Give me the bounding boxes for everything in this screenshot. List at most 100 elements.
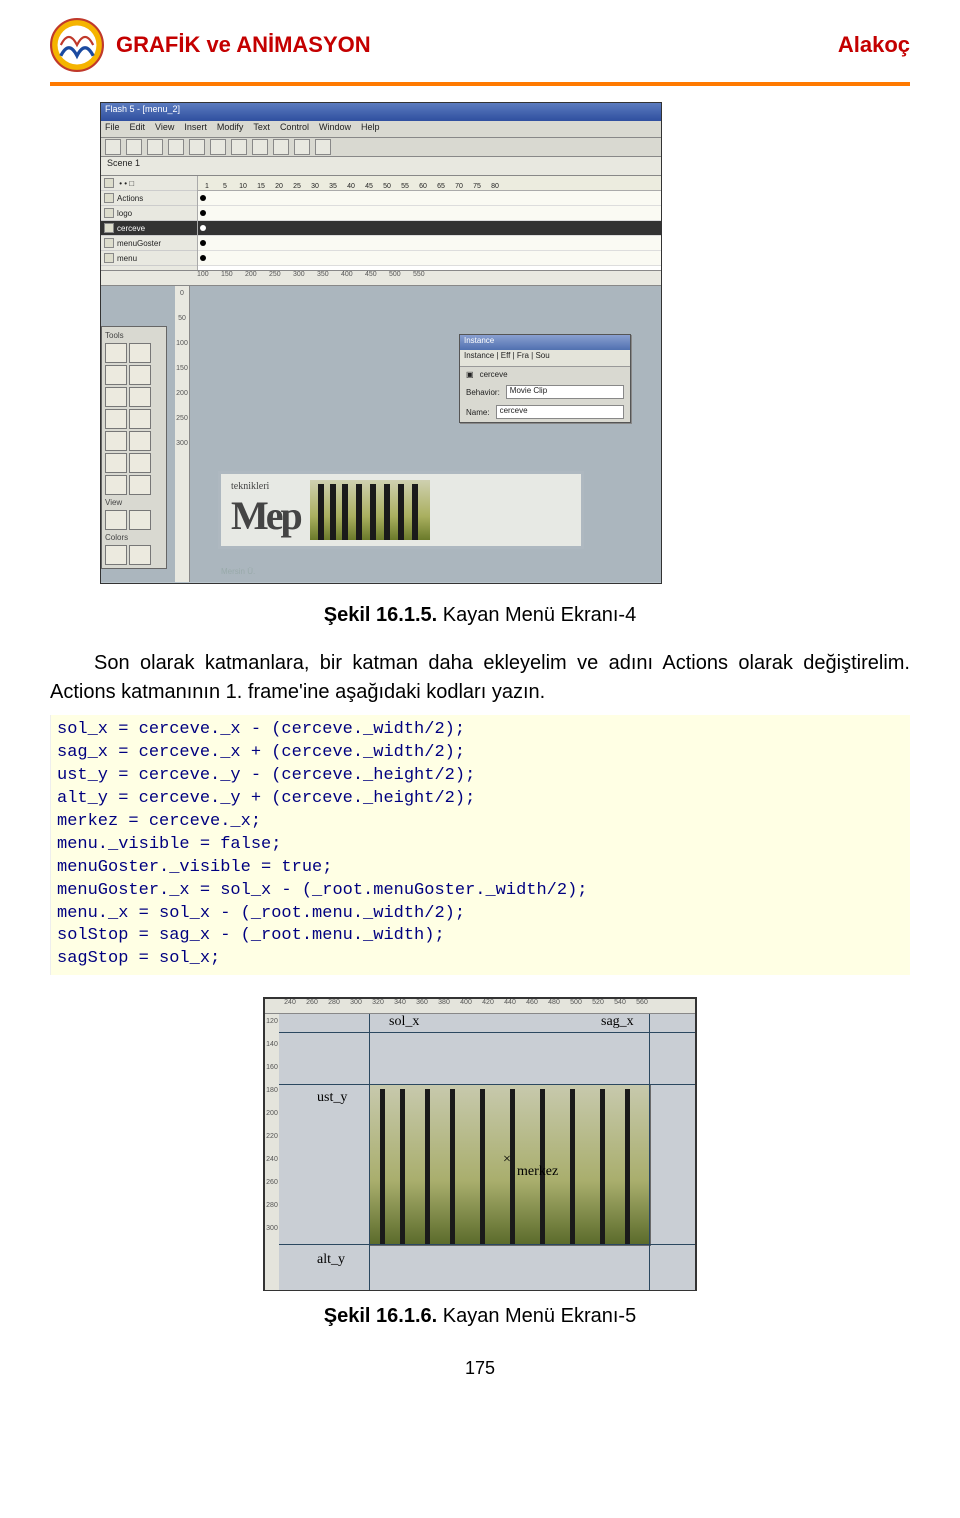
tool-btn[interactable] [105, 365, 127, 385]
menu-item[interactable]: Text [253, 122, 270, 136]
instance-panel-tabs[interactable]: Instance | Eff | Fra | Sou [460, 350, 630, 367]
tool-button[interactable] [231, 139, 247, 155]
logo-text: Mep [231, 492, 300, 539]
color-swatch[interactable] [105, 545, 127, 565]
header-title: GRAFİK ve ANİMASYON [116, 32, 371, 58]
tool-btn[interactable] [129, 365, 151, 385]
tool-btn[interactable] [129, 510, 151, 530]
tool-btn[interactable] [105, 387, 127, 407]
merkez-x-mark: × [503, 1152, 511, 1168]
tool-btn[interactable] [129, 431, 151, 451]
forest-image [310, 480, 430, 540]
tool-button[interactable] [147, 139, 163, 155]
behavior-select[interactable]: Movie Clip [506, 385, 624, 399]
flash-screenshot: Flash 5 - [menu_2] File Edit View Insert… [100, 102, 662, 584]
instance-movie-name: cerceve [480, 370, 508, 379]
scene-label: Scene 1 [101, 157, 661, 176]
tool-btn[interactable] [105, 510, 127, 530]
frame-numbers: 15101520253035404550556065707580 [198, 176, 661, 191]
name-input[interactable]: cerceve [496, 405, 624, 419]
tools-colors-header: Colors [105, 532, 163, 543]
header-left: GRAFİK ve ANİMASYON [50, 18, 371, 72]
timeline: • • □ Actions logo cerceve menuGoster me… [101, 176, 661, 271]
tool-button[interactable] [189, 139, 205, 155]
instance-movie-row: ▣cerceve [460, 367, 630, 382]
figure2-caption-rest: Kayan Menü Ekranı-5 [437, 1305, 636, 1327]
tools-panel: Tools View Colors [101, 326, 167, 569]
menu-item[interactable]: Edit [130, 122, 146, 136]
tool-btn[interactable] [105, 453, 127, 473]
header-rule [50, 82, 910, 86]
tool-btn[interactable] [105, 409, 127, 429]
brand-footer: Mersin Ü. [221, 567, 255, 576]
figure1-caption-bold: Şekil 16.1.5. [324, 604, 437, 626]
figure1-caption: Şekil 16.1.5. Kayan Menü Ekranı-4 [50, 604, 910, 627]
horizontal-ruler: 100150200250300350400450500550 [101, 271, 661, 286]
tool-button[interactable] [252, 139, 268, 155]
color-swatch[interactable] [129, 545, 151, 565]
page-number: 175 [50, 1358, 910, 1379]
label-sol-x: sol_x [389, 1014, 419, 1030]
page-header: GRAFİK ve ANİMASYON Alakoç [50, 0, 910, 80]
header-author: Alakoç [838, 32, 910, 58]
flash-menubar: File Edit View Insert Modify Text Contro… [101, 121, 661, 138]
figure1-caption-rest: Kayan Menü Ekranı-4 [437, 604, 636, 626]
tool-button[interactable] [294, 139, 310, 155]
label-alt-y: alt_y [317, 1252, 345, 1268]
layers-panel: • • □ Actions logo cerceve menuGoster me… [101, 176, 198, 270]
logo-area: teknikleri Mep [221, 474, 581, 546]
frames-panel: 15101520253035404550556065707580 [198, 176, 661, 270]
name-label: Name: [466, 408, 490, 417]
coord-v-ruler: 120140160180200220240260280300 [265, 1014, 280, 1290]
layer-row[interactable]: menuGoster [101, 236, 197, 251]
tool-button[interactable] [315, 139, 331, 155]
tool-btn[interactable] [105, 343, 127, 363]
tool-btn[interactable] [105, 475, 127, 495]
tool-button[interactable] [126, 139, 142, 155]
coord-stage: sol_x sag_x ust_y alt_y × merkez [279, 1014, 695, 1290]
label-ust-y: ust_y [317, 1090, 347, 1106]
tool-btn[interactable] [129, 475, 151, 495]
university-logo-icon [50, 18, 104, 72]
tool-button[interactable] [105, 139, 121, 155]
menu-item[interactable]: File [105, 122, 120, 136]
menu-item[interactable]: Window [319, 122, 351, 136]
coord-screenshot: 2402602803003203403603804004204404604805… [263, 997, 697, 1291]
tools-view-header: View [105, 497, 163, 508]
layer-header: • • □ [101, 176, 197, 191]
flash-window-title: Flash 5 - [menu_2] [101, 103, 661, 121]
tool-button[interactable] [168, 139, 184, 155]
figure2-caption: Şekil 16.1.6. Kayan Menü Ekranı-5 [50, 1305, 910, 1328]
tool-btn[interactable] [129, 387, 151, 407]
name-row: Name: cerceve [460, 402, 630, 422]
instance-panel: Instance Instance | Eff | Fra | Sou ▣cer… [459, 334, 631, 423]
behavior-label: Behavior: [466, 388, 500, 397]
figure2-caption-bold: Şekil 16.1.6. [324, 1305, 437, 1327]
logo-subtitle: teknikleri [231, 481, 300, 492]
menu-item[interactable]: Control [280, 122, 309, 136]
behavior-row: Behavior: Movie Clip [460, 382, 630, 402]
instance-panel-title: Instance [460, 335, 630, 350]
menu-item[interactable]: Help [361, 122, 380, 136]
tool-btn[interactable] [129, 409, 151, 429]
layer-row[interactable]: menu [101, 251, 197, 266]
menu-item[interactable]: View [155, 122, 174, 136]
flash-toolbar [101, 138, 661, 157]
vertical-ruler: 050100150200250300 [175, 286, 190, 582]
layer-row[interactable]: logo [101, 206, 197, 221]
paragraph-1: Son olarak katmanlara, bir katman daha e… [50, 649, 910, 707]
actionscript-code: sol_x = cerceve._x - (cerceve._width/2);… [50, 715, 910, 975]
label-merkez: merkez [517, 1164, 558, 1180]
layer-row[interactable]: Actions [101, 191, 197, 206]
tool-btn[interactable] [105, 431, 127, 451]
menu-item[interactable]: Insert [184, 122, 207, 136]
layer-row-active[interactable]: cerceve [101, 221, 197, 236]
label-sag-x: sag_x [601, 1014, 634, 1030]
tool-button[interactable] [210, 139, 226, 155]
tool-btn[interactable] [129, 343, 151, 363]
stage: 050100150200250300 Tools View Colors Ins… [101, 286, 661, 582]
tool-btn[interactable] [129, 453, 151, 473]
menu-item[interactable]: Modify [217, 122, 244, 136]
tools-header: Tools [105, 330, 163, 341]
tool-button[interactable] [273, 139, 289, 155]
